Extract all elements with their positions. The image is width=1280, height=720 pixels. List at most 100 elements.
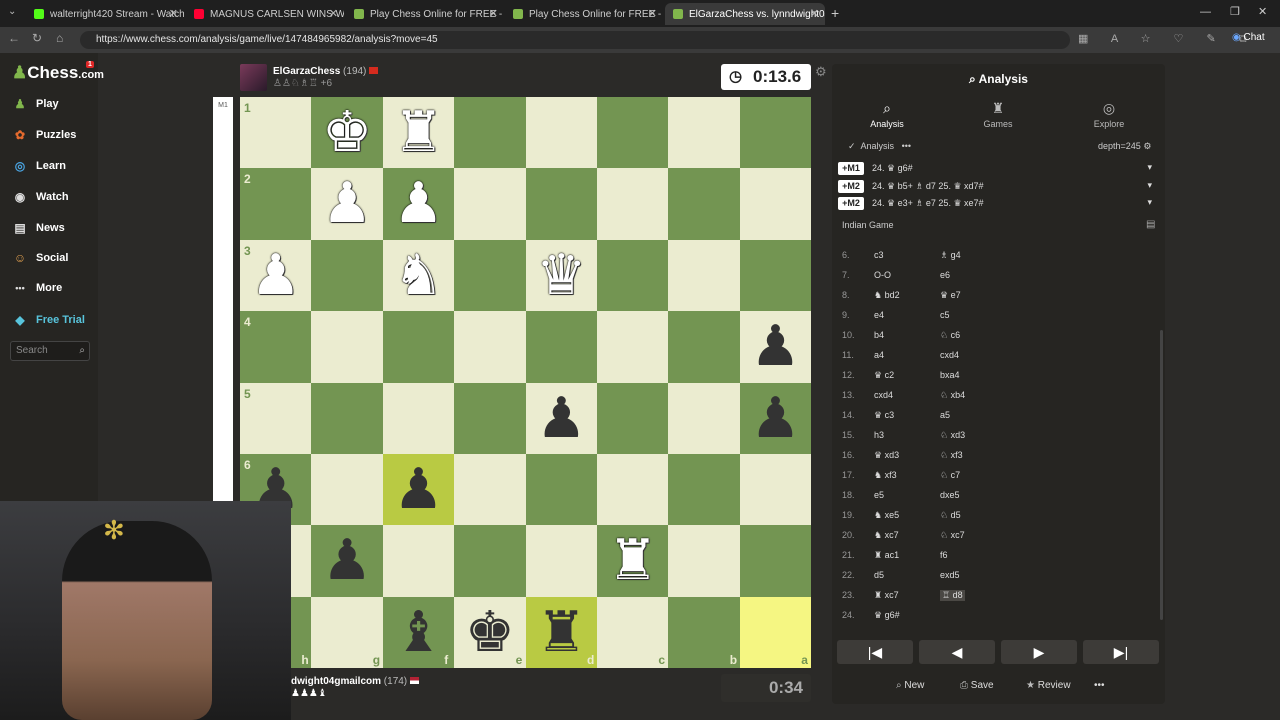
home-icon[interactable]: ⌂ — [56, 31, 63, 45]
search-icon[interactable]: ⌕ — [79, 342, 85, 360]
engine-line[interactable]: +M2 24. ♛ e3+ ♗ e7 25. ♛ xe7# ▾ — [838, 197, 1158, 213]
square-c3[interactable] — [597, 239, 669, 312]
new-button[interactable]: ⌕ New — [896, 680, 924, 691]
square-f4[interactable] — [382, 311, 455, 383]
nav-item-news[interactable]: ▤ News — [12, 221, 64, 235]
move-black[interactable]: e6 — [940, 270, 950, 280]
piece-a4[interactable]: ♟ — [740, 311, 811, 382]
previous-move-button[interactable]: ◀ — [919, 640, 995, 664]
browser-tab[interactable]: ElGarzaChess vs. lynndwight04gm✕ — [665, 3, 825, 25]
chevron-down-icon[interactable]: ▾ — [1147, 180, 1152, 191]
more-options-button[interactable]: ••• — [1094, 680, 1105, 691]
move-white[interactable]: b4 — [874, 330, 884, 340]
chevron-down-icon[interactable]: ▾ — [1147, 197, 1152, 208]
square-c6[interactable] — [597, 454, 669, 526]
square-g5[interactable] — [311, 382, 383, 454]
piece-h3[interactable]: ♟ — [240, 240, 311, 311]
square-b7[interactable] — [668, 525, 740, 597]
piece-c7[interactable]: ♜ — [597, 525, 668, 596]
square-b3[interactable] — [668, 239, 740, 312]
move-black[interactable]: ♘ xb4 — [940, 390, 965, 401]
square-a2[interactable] — [739, 168, 812, 240]
square-c4[interactable] — [597, 311, 669, 383]
square-b6[interactable] — [668, 454, 740, 526]
square-c2[interactable] — [597, 168, 669, 240]
move-white[interactable]: ♞ xc7 — [874, 530, 899, 541]
square-f5[interactable] — [382, 382, 455, 454]
piece-a5[interactable]: ♟ — [740, 383, 811, 454]
move-white[interactable]: ♛ g6# — [874, 610, 900, 621]
browser-tab[interactable]: Play Chess Online for FREE - 2 Play✕ — [346, 3, 504, 25]
move-white[interactable]: e4 — [874, 310, 884, 320]
save-button[interactable]: ⎙ Save — [960, 680, 994, 691]
square-b1[interactable] — [668, 97, 740, 169]
next-move-button[interactable]: ▶ — [1001, 640, 1077, 664]
engine-options-icon[interactable]: ••• — [902, 141, 911, 151]
square-b5[interactable] — [668, 382, 740, 454]
move-black[interactable]: c5 — [940, 310, 950, 320]
square-e5[interactable] — [454, 382, 526, 454]
move-white[interactable]: ♜ xc7 — [874, 590, 899, 601]
url-field[interactable]: https://www.chess.com/analysis/game/live… — [80, 31, 1070, 49]
square-d2[interactable] — [525, 168, 597, 240]
move-black[interactable]: ♘ xc7 — [940, 530, 965, 541]
square-d1[interactable] — [525, 97, 597, 169]
engine-line[interactable]: +M2 24. ♛ b5+ ♗ d7 25. ♛ xd7# ▾ — [838, 179, 1158, 196]
move-black[interactable]: f6 — [940, 550, 948, 560]
panel-tab-explore[interactable]: ◎ Explore — [1069, 100, 1149, 129]
new-tab-button[interactable]: + — [831, 5, 839, 21]
close-window-icon[interactable]: ✕ — [1258, 5, 1267, 18]
panel-tab-analysis[interactable]: ⌕ Analysis — [847, 100, 927, 129]
move-black[interactable]: ♗ g4 — [940, 250, 961, 261]
move-white[interactable]: ♛ c3 — [874, 410, 894, 421]
chevron-down-icon[interactable]: ▾ — [1147, 162, 1152, 173]
move-black[interactable]: ♖ d8 — [940, 590, 965, 601]
piece-f1[interactable]: ♜ — [383, 97, 454, 168]
move-white[interactable]: e5 — [874, 490, 884, 500]
refresh-icon[interactable]: ↻ — [32, 31, 42, 45]
piece-e8[interactable]: ♚ — [454, 597, 525, 668]
move-black[interactable]: bxa4 — [940, 370, 960, 380]
search-input[interactable]: Search ⌕ — [10, 341, 90, 361]
nav-item-puzzles[interactable]: ✿ Puzzles — [12, 128, 76, 142]
move-black[interactable]: ♘ d5 — [940, 510, 961, 521]
square-e4[interactable] — [454, 311, 526, 383]
settings-gear-icon[interactable]: ⚙ — [815, 64, 827, 80]
square-e2[interactable] — [454, 168, 526, 240]
close-tab-icon[interactable]: ✕ — [169, 7, 178, 20]
move-black[interactable]: ♘ xf3 — [940, 450, 963, 461]
nav-item-free-trial[interactable]: ◆ Free Trial — [12, 313, 85, 327]
copilot-chat-button[interactable]: ◉ Chat — [1232, 32, 1265, 43]
last-move-button[interactable]: ▶| — [1083, 640, 1159, 664]
square-d4[interactable] — [525, 311, 597, 383]
move-black[interactable]: exd5 — [940, 570, 960, 580]
piece-d8[interactable]: ♜ — [526, 597, 597, 668]
close-tab-icon[interactable]: ✕ — [489, 7, 498, 20]
nav-item-watch[interactable]: ◉ Watch — [12, 190, 69, 204]
nav-item-social[interactable]: ☺ Social — [12, 251, 69, 265]
bottom-player-name[interactable]: dwight04gmailcom (174) — [291, 676, 419, 687]
first-move-button[interactable]: |◀ — [837, 640, 913, 664]
move-black[interactable]: ♛ e7 — [940, 290, 961, 301]
chess-board[interactable]: 12345678hgfedcba♚♜♟♟♟♞♛♟♟♟♟♟♟♜♝♚♜ — [240, 97, 812, 669]
move-white[interactable]: ♛ c2 — [874, 370, 894, 381]
close-tab-icon[interactable]: ✕ — [329, 7, 338, 20]
square-g4[interactable] — [311, 311, 383, 383]
nav-item-play[interactable]: ♟ Play — [12, 97, 59, 111]
piece-g2[interactable]: ♟ — [311, 168, 382, 239]
maximize-icon[interactable]: ❐ — [1230, 5, 1240, 18]
move-white[interactable]: O-O — [874, 270, 891, 280]
piece-f8[interactable]: ♝ — [383, 597, 454, 668]
move-black[interactable]: dxe5 — [940, 490, 960, 500]
panel-tab-games[interactable]: ♜ Games — [958, 100, 1038, 129]
piece-f3[interactable]: ♞ — [383, 240, 454, 311]
square-e3[interactable] — [454, 239, 526, 312]
square-b4[interactable] — [668, 311, 740, 383]
engine-settings-icon[interactable]: ⚙ — [1143, 141, 1151, 151]
review-button[interactable]: ★ Review — [1026, 680, 1071, 691]
square-a3[interactable] — [739, 239, 812, 312]
square-g3[interactable] — [311, 239, 383, 312]
extensions-icons[interactable]: ▦ A ☆ ♡ ✎ ⧉ — [1078, 32, 1257, 46]
move-white[interactable]: h3 — [874, 430, 884, 440]
top-player-name[interactable]: ElGarzaChess (194) — [273, 66, 379, 77]
